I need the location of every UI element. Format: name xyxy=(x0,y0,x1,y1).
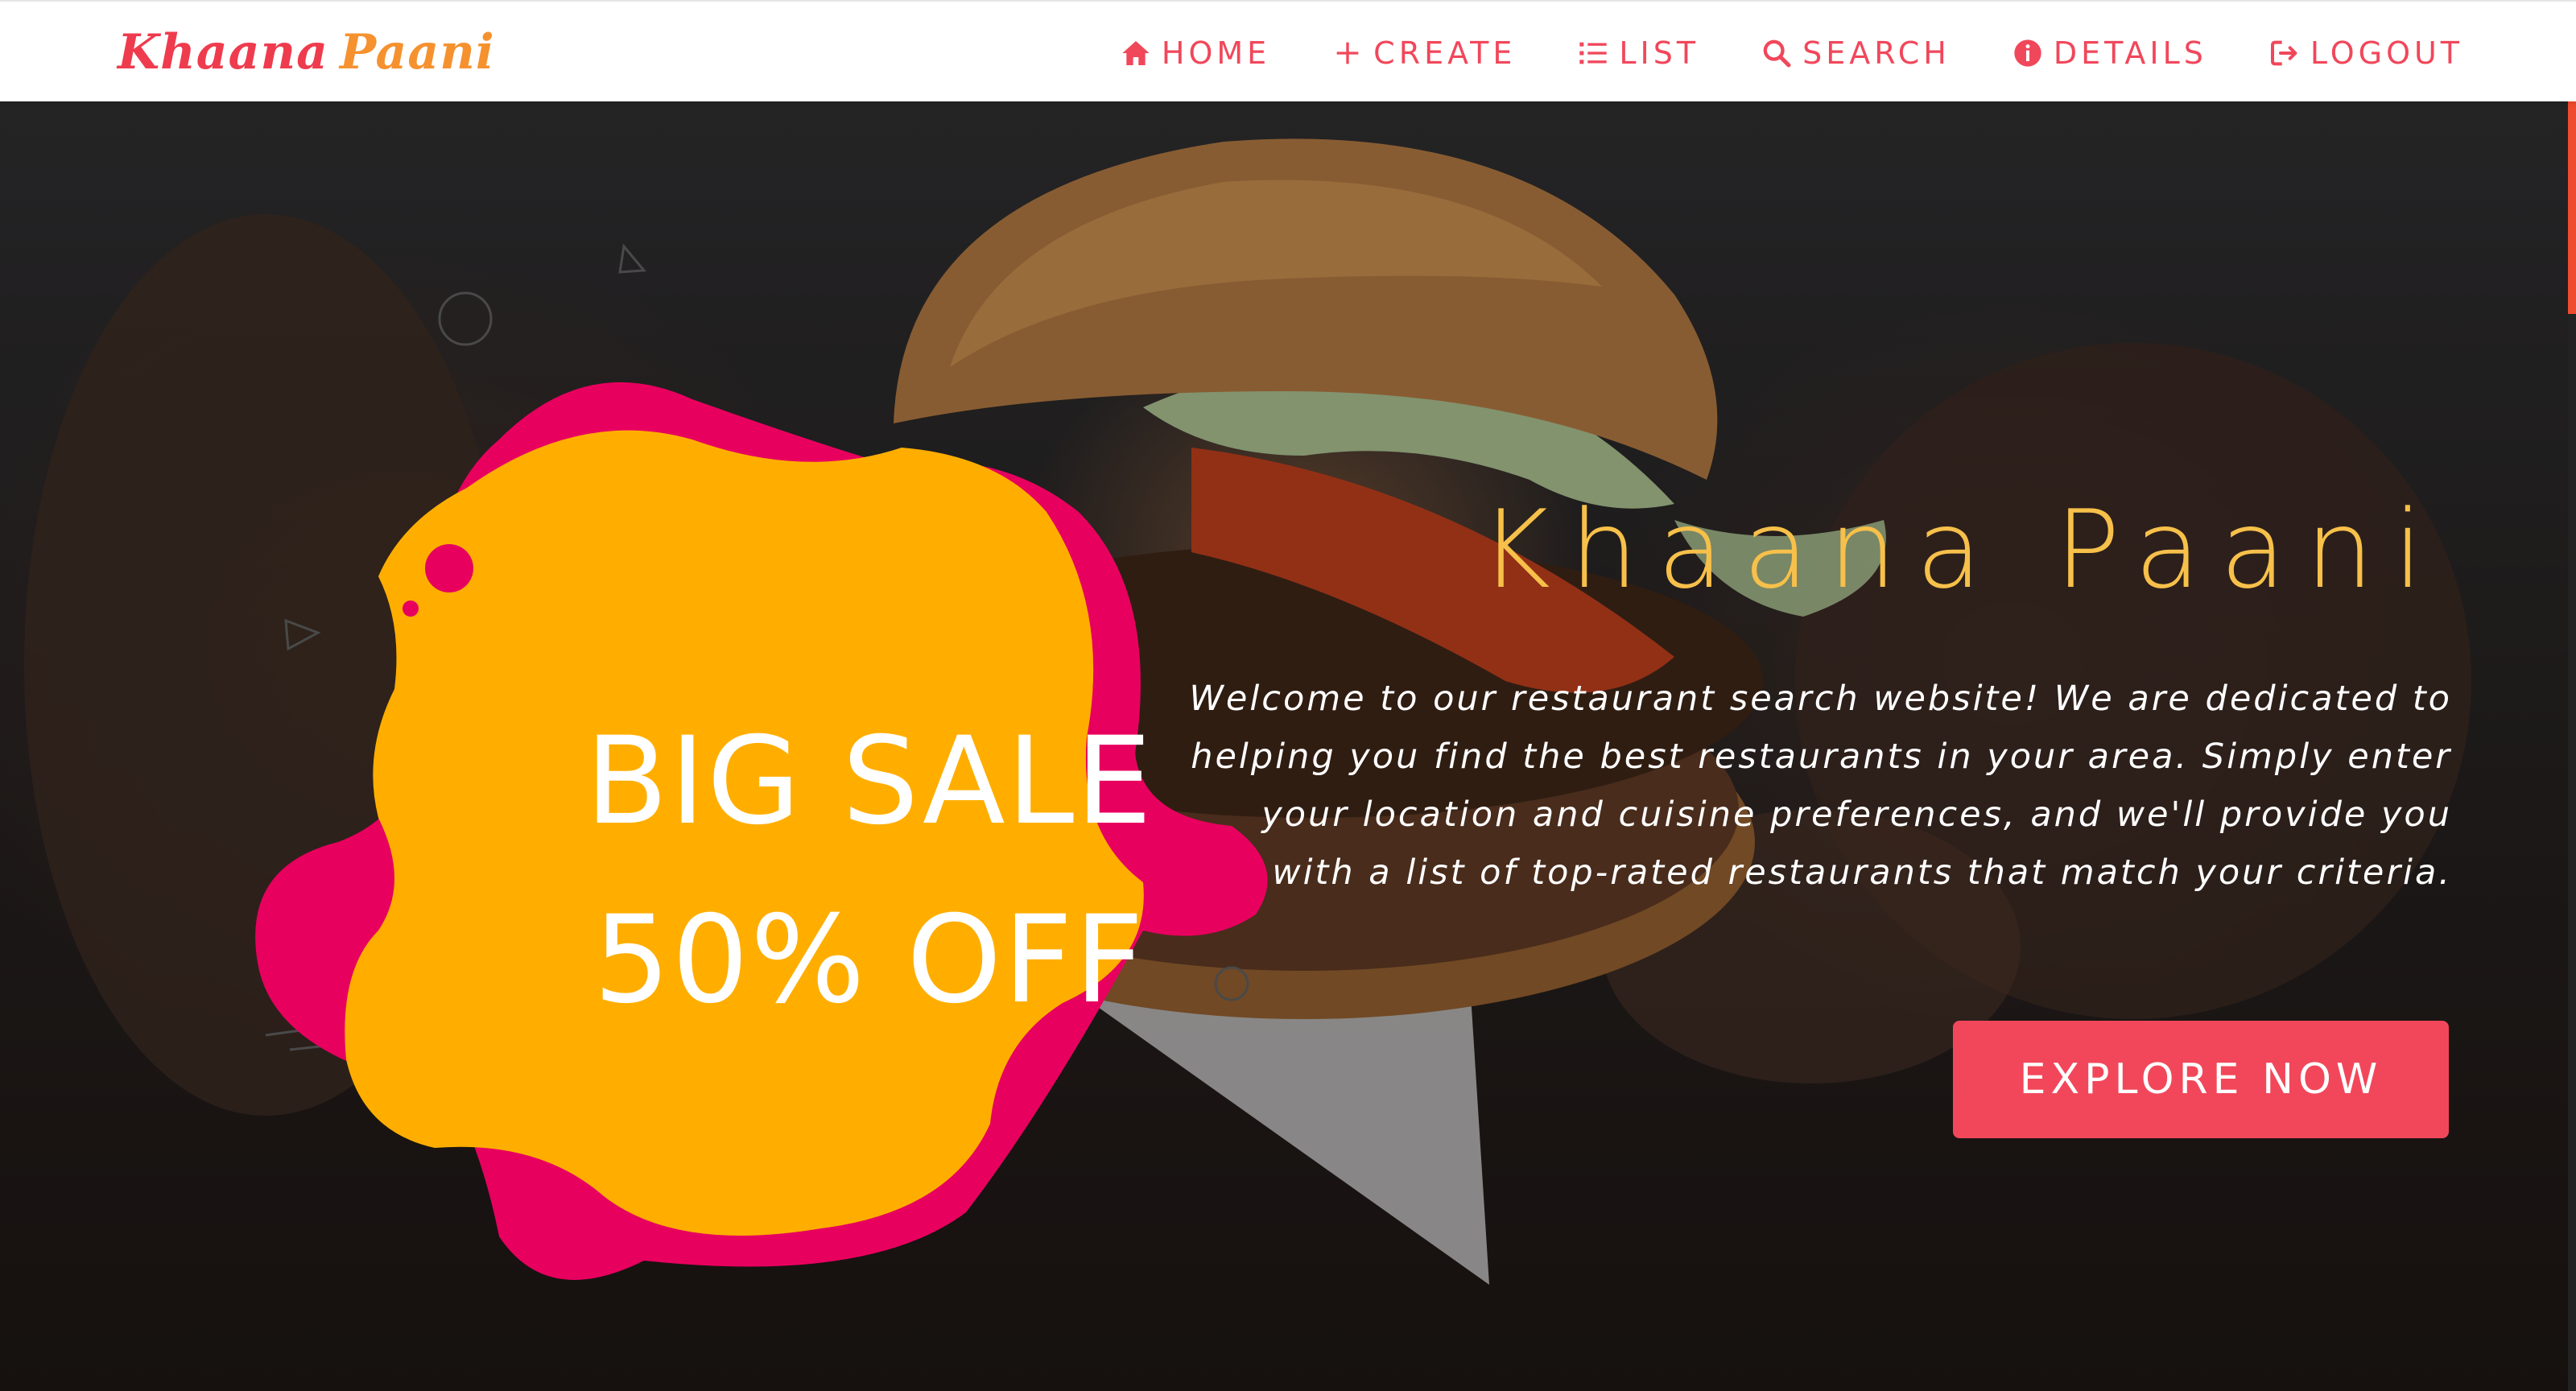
brand-logo[interactable]: Khaana Paani xyxy=(118,16,495,89)
hero-banner: BIG SALE 50% OFF Khaana Paani Welcome to… xyxy=(0,101,2576,1391)
nav-search-label: SEARCH xyxy=(1802,35,1951,71)
nav-details-label: DETAILS xyxy=(2053,35,2207,71)
nav-search[interactable]: SEARCH xyxy=(1761,26,1951,80)
top-navbar: Khaana Paani HOME CREATE LIST SEARCH DETA… xyxy=(0,0,2576,101)
brand-word-2: Paani xyxy=(340,24,495,80)
brand-word-1: Khaana xyxy=(118,24,329,80)
hero-description: Welcome to our restaurant search website… xyxy=(1189,679,2452,893)
hero-title: Khaana Paani xyxy=(1480,487,2442,613)
list-icon xyxy=(1579,42,1608,64)
home-icon xyxy=(1122,41,1150,65)
nav-list[interactable]: LIST xyxy=(1577,26,1699,80)
scrollbar-thumb[interactable] xyxy=(2568,101,2576,314)
nav-logout[interactable]: LOGOUT xyxy=(2268,26,2463,80)
info-icon xyxy=(2014,39,2041,67)
nav-details[interactable]: DETAILS xyxy=(2012,26,2207,80)
nav-list-label: LIST xyxy=(1619,35,1700,71)
nav-home-label: HOME xyxy=(1161,35,1271,71)
sale-badge: BIG SALE 50% OFF xyxy=(242,303,1320,1349)
main-nav: HOME CREATE LIST SEARCH DETAILS LOGOUT xyxy=(1059,26,2463,80)
plus-icon xyxy=(1336,42,1359,64)
search-icon xyxy=(1763,39,1791,68)
nav-logout-label: LOGOUT xyxy=(2310,35,2463,71)
nav-create[interactable]: CREATE xyxy=(1331,26,1516,80)
sale-discount: 50% OFF xyxy=(593,890,1146,1030)
nav-home[interactable]: HOME xyxy=(1120,26,1270,80)
explore-now-button[interactable]: EXPLORE NOW xyxy=(1953,1021,2449,1138)
logout-icon xyxy=(2270,40,2297,66)
nav-create-label: CREATE xyxy=(1373,35,1517,71)
sale-headline: BIG SALE xyxy=(584,712,1154,852)
